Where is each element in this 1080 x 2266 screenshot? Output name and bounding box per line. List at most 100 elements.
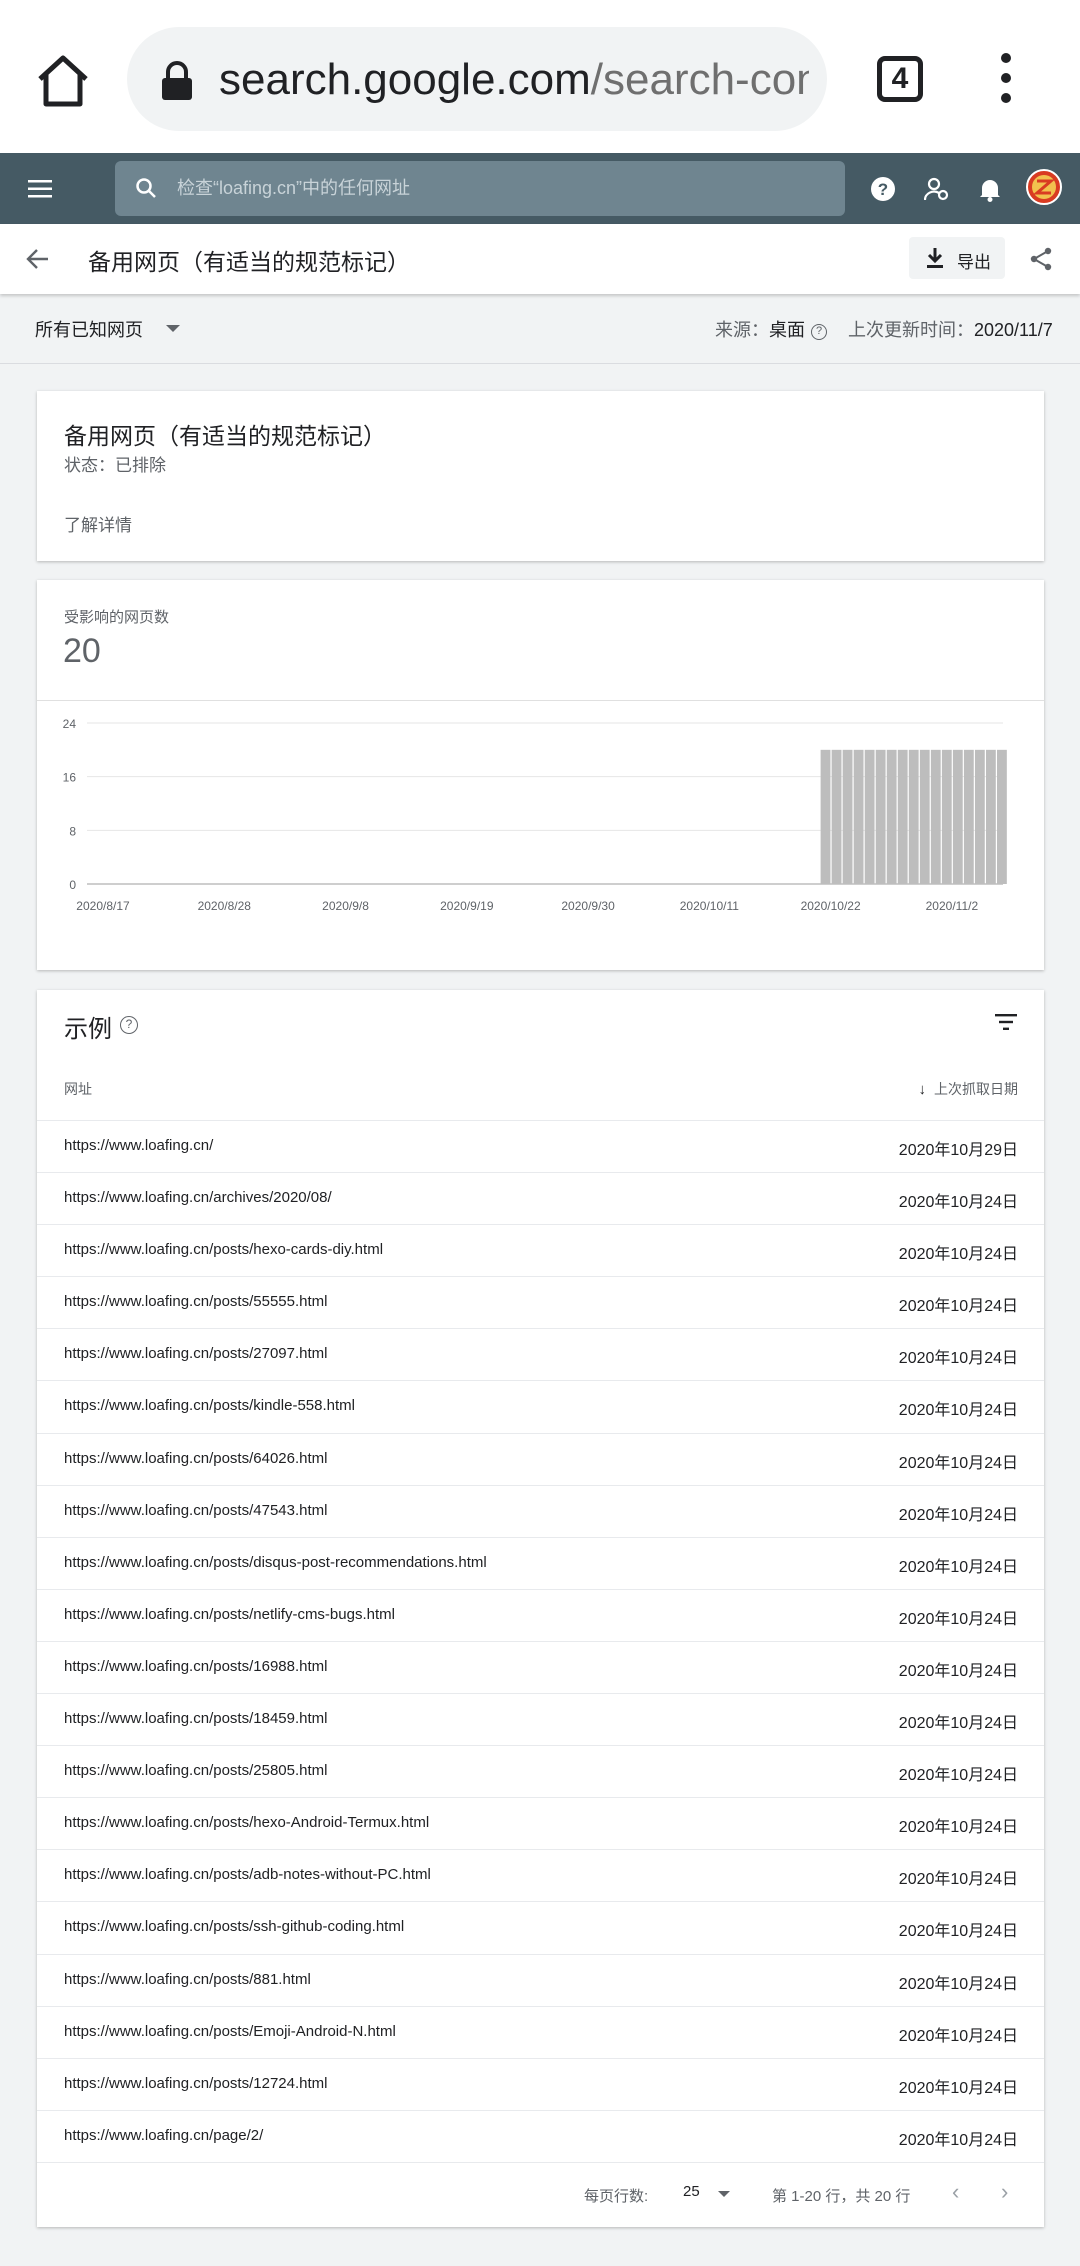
account-avatar[interactable] xyxy=(1026,169,1062,205)
y-tick-label: 24 xyxy=(63,717,77,731)
x-tick-label: 2020/8/17 xyxy=(76,899,130,913)
chevron-left-icon[interactable]: ‹ xyxy=(952,2179,959,2205)
table-row[interactable]: https://www.loafing.cn/posts/disqus-post… xyxy=(37,1536,1044,1589)
row-url[interactable]: https://www.loafing.cn/posts/ssh-github-… xyxy=(64,1918,404,1935)
row-url[interactable]: https://www.loafing.cn/posts/kindle-558.… xyxy=(64,1397,355,1414)
source-help-icon[interactable]: ? xyxy=(811,324,827,340)
row-url[interactable]: https://www.loafing.cn/posts/881.html xyxy=(64,1971,311,1988)
row-url[interactable]: https://www.loafing.cn/posts/adb-notes-w… xyxy=(64,1866,431,1883)
chart-bar xyxy=(997,749,1007,884)
row-url[interactable]: https://www.loafing.cn/posts/netlify-cms… xyxy=(64,1606,395,1623)
notifications-icon[interactable] xyxy=(977,176,1003,202)
kpi-label: 受影响的网页数 xyxy=(64,609,170,626)
table-row[interactable]: https://www.loafing.cn/posts/47543.html 2… xyxy=(37,1484,1044,1537)
learn-more-link[interactable]: 了解详情 xyxy=(64,511,132,536)
row-last-crawl-date: 2020年10月24日 xyxy=(898,1246,1018,1264)
share-icon[interactable] xyxy=(1029,247,1053,271)
table-row[interactable]: https://www.loafing.cn/posts/18459.html 2… xyxy=(37,1693,1044,1745)
row-url[interactable]: https://www.loafing.cn/ xyxy=(64,1137,213,1154)
table-row[interactable]: https://www.loafing.cn/page/2/2020年10月24… xyxy=(37,2109,1044,2162)
chart-bar xyxy=(897,749,908,884)
menu-icon[interactable] xyxy=(28,180,52,198)
chevron-down-icon xyxy=(166,325,180,332)
row-url[interactable]: https://www.loafing.cn/posts/hexo-cards-… xyxy=(64,1241,383,1258)
help-icon[interactable]: ? xyxy=(870,176,896,202)
column-header-url[interactable]: 网址 xyxy=(64,1079,92,1099)
chart-bar xyxy=(864,749,875,884)
row-url[interactable]: https://www.loafing.cn/posts/27097.html xyxy=(64,1345,327,1362)
search-input[interactable] xyxy=(177,161,817,216)
table-row[interactable]: https://www.loafing.cn/posts/kindle-558.… xyxy=(37,1380,1044,1432)
source-value: 桌面 xyxy=(769,320,805,340)
status-card: 备用网页（有适当的规范标记） 状态：已排除 了解详情 xyxy=(37,391,1044,561)
export-label: 导出 xyxy=(957,253,991,272)
table-row[interactable]: https://www.loafing.cn/posts/55555.html 2… xyxy=(37,1276,1044,1328)
table-row[interactable]: https://www.loafing.cn/posts/27097.html 2… xyxy=(37,1328,1044,1380)
examples-table-body: https://www.loafing.cn/2020年10月29日 https:… xyxy=(37,1120,1044,2162)
table-row[interactable]: https://www.loafing.cn/archives/2020/08/… xyxy=(37,1172,1044,1224)
row-last-crawl-date: 2020年10月24日 xyxy=(898,2079,1018,2097)
address-bar[interactable]: search.google.com/search-cons xyxy=(127,27,827,131)
row-last-crawl-date: 2020年10月24日 xyxy=(898,1923,1018,1941)
row-url[interactable]: https://www.loafing.cn/posts/disqus-post… xyxy=(64,1554,487,1571)
url-inspect-search[interactable] xyxy=(115,161,845,216)
updated-label: 上次更新时间： xyxy=(848,320,974,340)
table-row[interactable]: https://www.loafing.cn/posts/adb-notes-w… xyxy=(37,1849,1044,1901)
row-url[interactable]: https://www.loafing.cn/posts/18459.html xyxy=(64,1710,327,1727)
url-text[interactable]: search.google.com/search-cons xyxy=(219,53,809,107)
search-icon xyxy=(136,178,156,198)
x-tick-label: 2020/10/11 xyxy=(680,899,739,913)
table-row[interactable]: https://www.loafing.cn/posts/12724.html 2… xyxy=(37,2057,1044,2110)
pagination: 每页行数: 25 第 1-20 行，共 20 行 ‹ › xyxy=(37,2162,1044,2227)
rows-per-page-select[interactable]: 25 xyxy=(683,2183,700,2200)
url-host: search.google.com xyxy=(219,55,591,104)
chevron-down-icon[interactable] xyxy=(718,2191,730,2197)
chart-bar xyxy=(842,749,853,884)
svg-text:?: ? xyxy=(878,180,888,199)
table-row[interactable]: https://www.loafing.cn/2020年10月29日 xyxy=(37,1120,1044,1172)
manage-users-icon[interactable] xyxy=(924,176,950,202)
row-last-crawl-date: 2020年10月24日 xyxy=(898,1506,1018,1524)
row-url[interactable]: https://www.loafing.cn/posts/hexo-Androi… xyxy=(64,1814,429,1831)
row-url[interactable]: https://www.loafing.cn/posts/16988.html xyxy=(64,1658,327,1675)
table-row[interactable]: https://www.loafing.cn/posts/25805.html 2… xyxy=(37,1745,1044,1797)
row-url[interactable]: https://www.loafing.cn/posts/12724.html xyxy=(64,2075,327,2092)
download-icon xyxy=(927,248,943,268)
updated-value: 2020/11/7 xyxy=(974,320,1053,340)
column-header-last-crawl[interactable]: ↓ 上次抓取日期 xyxy=(919,1079,1019,1099)
table-row[interactable]: https://www.loafing.cn/posts/881.html 202… xyxy=(37,1953,1044,2006)
row-last-crawl-date: 2020年10月24日 xyxy=(898,1402,1018,1420)
table-row[interactable]: https://www.loafing.cn/posts/ssh-github-… xyxy=(37,1901,1044,1953)
examples-help-icon[interactable]: ? xyxy=(120,1016,138,1034)
table-row[interactable]: https://www.loafing.cn/posts/16988.html 2… xyxy=(37,1640,1044,1693)
row-url[interactable]: https://www.loafing.cn/archives/2020/08/ xyxy=(64,1189,332,1206)
row-url[interactable]: https://www.loafing.cn/page/2/ xyxy=(64,2127,263,2144)
chevron-right-icon[interactable]: › xyxy=(1001,2179,1008,2205)
page-scope-dropdown[interactable]: 所有已知网页 xyxy=(35,316,180,342)
row-url[interactable]: https://www.loafing.cn/posts/64026.html xyxy=(64,1450,327,1467)
table-row[interactable]: https://www.loafing.cn/posts/Emoji-Andro… xyxy=(37,2005,1044,2058)
column-header-last-crawl-label: 上次抓取日期 xyxy=(934,1081,1018,1097)
table-row[interactable]: https://www.loafing.cn/posts/hexo-cards-… xyxy=(37,1224,1044,1276)
filter-list-icon[interactable] xyxy=(995,1014,1017,1030)
chart-bar xyxy=(875,749,886,884)
row-url[interactable]: https://www.loafing.cn/posts/25805.html xyxy=(64,1762,327,1779)
more-vert-icon[interactable] xyxy=(995,52,1017,104)
row-last-crawl-date: 2020年10月24日 xyxy=(898,1194,1018,1212)
tab-switcher-button[interactable]: 4 xyxy=(877,56,923,102)
row-last-crawl-date: 2020年10月24日 xyxy=(898,1871,1018,1889)
export-button[interactable]: 导出 xyxy=(909,237,1005,279)
row-last-crawl-date: 2020年10月24日 xyxy=(898,1767,1018,1785)
table-row[interactable]: https://www.loafing.cn/posts/netlify-cms… xyxy=(37,1588,1044,1641)
table-row[interactable]: https://www.loafing.cn/posts/hexo-Androi… xyxy=(37,1797,1044,1849)
table-row[interactable]: https://www.loafing.cn/posts/64026.html 2… xyxy=(37,1432,1044,1485)
y-tick-label: 16 xyxy=(63,771,77,785)
row-last-crawl-date: 2020年10月24日 xyxy=(898,2131,1018,2149)
home-icon[interactable] xyxy=(34,52,92,110)
back-arrow-icon[interactable] xyxy=(26,248,50,270)
row-url[interactable]: https://www.loafing.cn/posts/55555.html xyxy=(64,1293,327,1310)
chart-bar xyxy=(941,749,952,884)
row-url[interactable]: https://www.loafing.cn/posts/47543.html xyxy=(64,1502,327,1519)
row-url[interactable]: https://www.loafing.cn/posts/Emoji-Andro… xyxy=(64,2023,396,2040)
examples-title: 示例 xyxy=(64,1016,112,1043)
